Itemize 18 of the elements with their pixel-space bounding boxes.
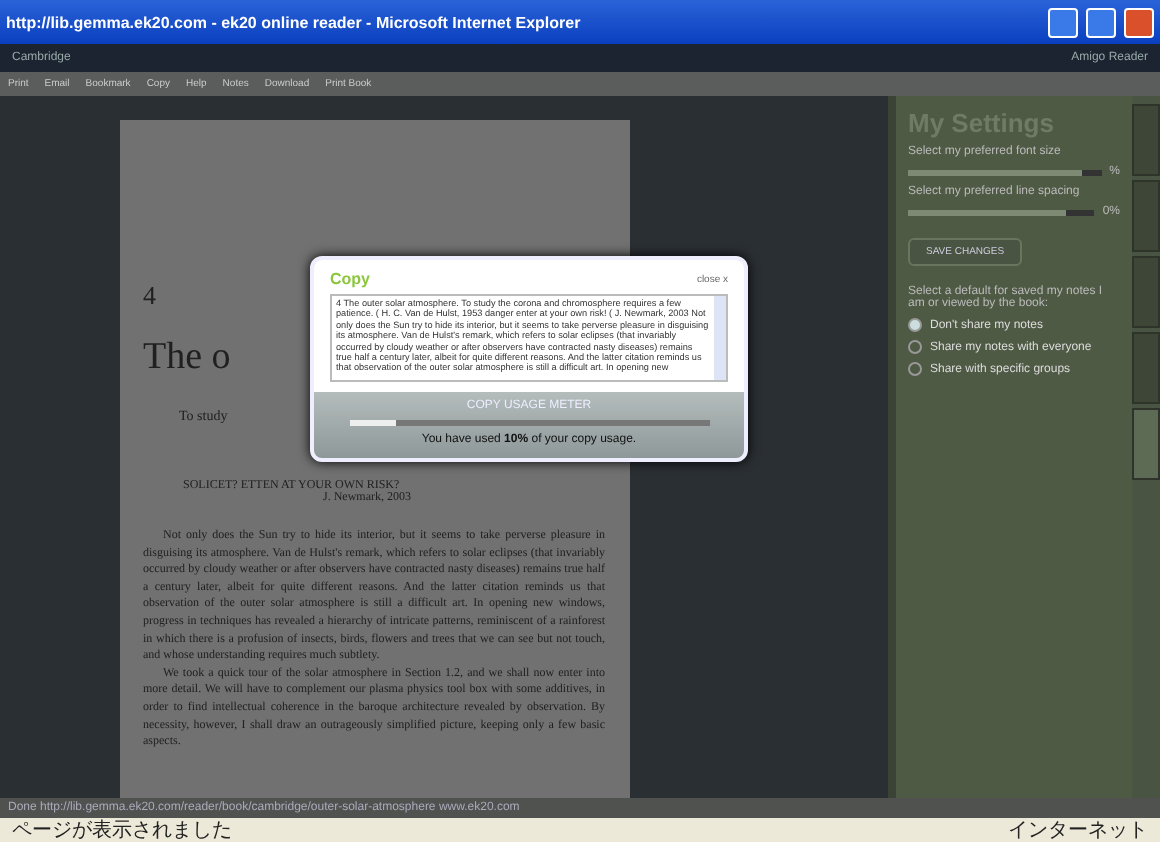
side-tab[interactable] [1132, 332, 1160, 404]
radio-button[interactable] [908, 318, 922, 332]
side-tab[interactable] [1132, 180, 1160, 252]
close-button[interactable] [1124, 7, 1154, 37]
window-title: http://lib.gemma.ek20.com - ek20 online reader - Microsoft Internet Explorer [6, 13, 583, 31]
radio-button[interactable] [908, 340, 922, 354]
dialog-title: Copy [330, 270, 370, 288]
chapter-heading: The o [143, 336, 231, 380]
side-tab[interactable] [1132, 256, 1160, 328]
minimize-button[interactable] [1048, 7, 1078, 37]
maximize-button[interactable] [1086, 7, 1116, 37]
zone-text: インターネット [1008, 818, 1148, 842]
side-tab[interactable] [1132, 104, 1160, 176]
scrollbar[interactable] [714, 296, 726, 380]
chapter-number: 4 [143, 280, 156, 312]
status-text: ページが表示されました [12, 817, 232, 842]
side-tab[interactable] [1132, 408, 1160, 480]
radio-button[interactable] [908, 362, 922, 376]
